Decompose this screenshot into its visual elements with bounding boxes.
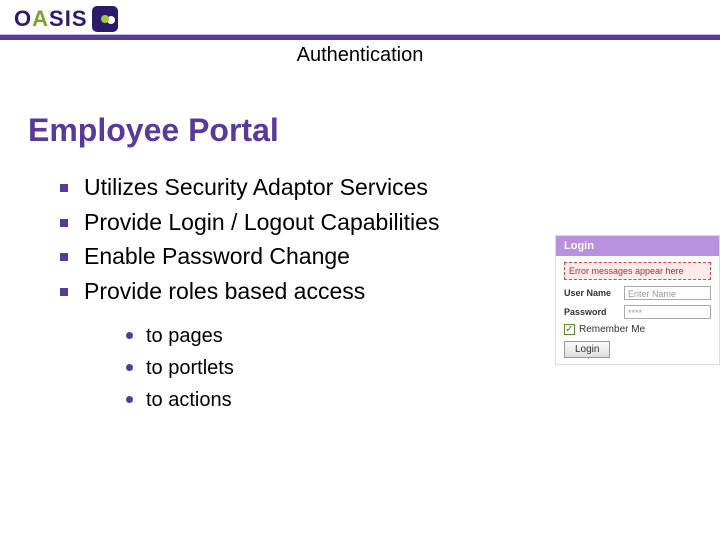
page-title: Employee Portal <box>28 112 279 149</box>
list-item: Utilizes Security Adaptor Services <box>60 170 439 205</box>
list-item-text: to actions <box>146 389 232 411</box>
list-item: to actions <box>126 384 439 416</box>
login-panel: Login Error messages appear here User Na… <box>555 235 720 365</box>
remember-me-label: Remember Me <box>579 324 645 335</box>
list-item: to portlets <box>126 352 439 384</box>
list-item: to pages <box>126 320 439 352</box>
header-divider <box>0 34 720 40</box>
password-input[interactable]: **** <box>624 305 711 319</box>
username-input[interactable]: Enter Name <box>624 286 711 300</box>
logo-mark-icon <box>92 6 118 32</box>
main-bullet-list: Utilizes Security Adaptor Services Provi… <box>60 170 439 416</box>
list-item-text: to portlets <box>146 357 234 379</box>
login-panel-title: Login <box>556 236 719 256</box>
sub-bullet-list: to pages to portlets to actions <box>126 320 439 416</box>
logo-text: OASIS <box>14 6 88 32</box>
list-item: Provide Login / Logout Capabilities <box>60 205 439 240</box>
list-item-text: Enable Password Change <box>84 243 350 269</box>
login-button[interactable]: Login <box>564 341 610 358</box>
remember-me-checkbox[interactable]: ✓ <box>564 324 575 335</box>
list-item: Enable Password Change <box>60 239 439 274</box>
list-item-text: to pages <box>146 325 223 347</box>
list-item: Provide roles based access to pages to p… <box>60 274 439 417</box>
list-item-text: Utilizes Security Adaptor Services <box>84 174 428 200</box>
list-item-text: Provide roles based access <box>84 278 365 304</box>
header-subtitle: Authentication <box>0 44 720 67</box>
login-error-message: Error messages appear here <box>564 262 711 280</box>
username-label: User Name <box>564 288 620 298</box>
password-label: Password <box>564 307 620 317</box>
list-item-text: Provide Login / Logout Capabilities <box>84 209 439 235</box>
oasis-logo: OASIS <box>14 6 118 32</box>
